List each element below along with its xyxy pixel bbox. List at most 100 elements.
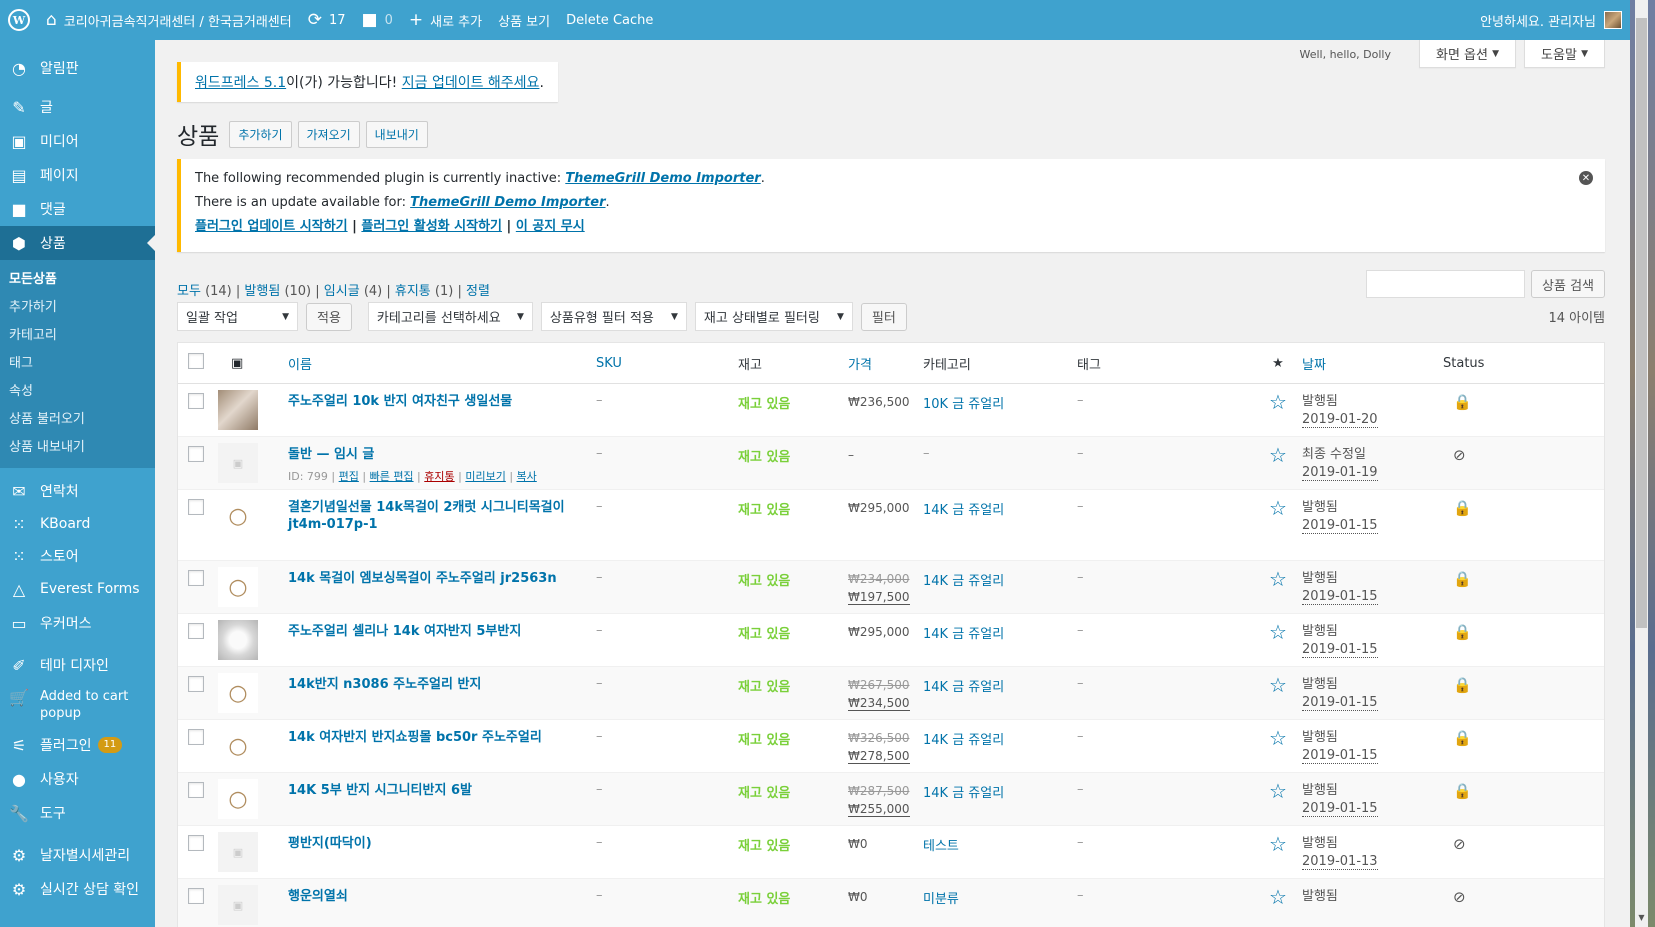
menu-tools[interactable]: 🔧 도구 <box>0 796 155 830</box>
menu-media[interactable]: ▣ 미디어 <box>0 124 155 158</box>
product-name-link[interactable]: 돌반 — 임시 글 <box>288 447 374 462</box>
new-content-menu[interactable]: + 새로 추가 <box>401 0 490 40</box>
submenu-export[interactable]: 상품 내보내기 <box>0 434 155 462</box>
product-thumbnail[interactable] <box>218 620 258 660</box>
window-scrollbar[interactable]: ▼ <box>1630 0 1655 927</box>
filter-published[interactable]: 발행됨 (10) <box>244 284 311 299</box>
scroll-down-icon[interactable]: ▼ <box>1635 913 1648 925</box>
update-now-link[interactable]: 지금 업데이트 해주세요 <box>402 75 540 91</box>
menu-contact[interactable]: ✉ 연락처 <box>0 474 155 508</box>
row-checkbox[interactable] <box>188 835 204 851</box>
category-link[interactable]: 테스트 <box>923 839 959 854</box>
select-all-checkbox[interactable] <box>188 353 204 369</box>
begin-activate-link[interactable]: 플러그인 활성화 시작하기 <box>361 219 502 234</box>
menu-products[interactable]: ⬢ 상품 <box>0 226 155 260</box>
begin-update-link[interactable]: 플러그인 업데이트 시작하기 <box>195 219 348 234</box>
menu-users[interactable]: ● 사용자 <box>0 762 155 796</box>
star-outline-icon[interactable]: ☆ <box>1269 390 1287 414</box>
submenu-attributes[interactable]: 속성 <box>0 378 155 406</box>
menu-comments[interactable]: ■ 댓글 <box>0 192 155 226</box>
duplicate-link[interactable]: 복사 <box>517 470 537 483</box>
export-button[interactable]: 내보내기 <box>365 120 428 148</box>
menu-store[interactable]: ⁙ 스토어 <box>0 540 155 572</box>
category-link[interactable]: 14K 금 쥬얼리 <box>923 503 1004 518</box>
themegrill-link[interactable]: ThemeGrill Demo Importer <box>565 171 760 186</box>
star-outline-icon[interactable]: ☆ <box>1269 779 1287 803</box>
sort-sku-link[interactable]: SKU <box>596 356 622 371</box>
updates-menu[interactable]: ⟳ 17 <box>300 0 354 40</box>
menu-woocommerce[interactable]: ▭ 우커머스 <box>0 606 155 640</box>
product-name-link[interactable]: 14K 5부 반지 시그니티반지 6발 <box>288 783 472 798</box>
row-checkbox[interactable] <box>188 393 204 409</box>
product-name-link[interactable]: 주노주얼리 10k 반지 여자친구 생일선물 <box>288 394 512 409</box>
category-link[interactable]: 14K 금 쥬얼리 <box>923 680 1004 695</box>
search-products-button[interactable]: 상품 검색 <box>1531 270 1605 298</box>
menu-everest-forms[interactable]: △ Everest Forms <box>0 572 155 606</box>
product-thumbnail[interactable] <box>218 390 258 430</box>
star-outline-icon[interactable]: ☆ <box>1269 673 1287 697</box>
star-outline-icon[interactable]: ☆ <box>1269 443 1287 467</box>
dismiss-notice-link[interactable]: 이 공지 무시 <box>516 219 585 234</box>
edit-link[interactable]: 편집 <box>339 470 359 483</box>
product-thumbnail[interactable]: ○ <box>218 673 258 713</box>
wp-logo-menu[interactable]: W <box>0 0 38 40</box>
product-type-select[interactable]: 상품유형 필터 적용 ▼ <box>540 302 687 331</box>
submenu-all-products[interactable]: 모든상품 <box>0 266 155 294</box>
menu-added-to-cart[interactable]: 🛒 Added to cart popup <box>0 682 155 728</box>
menu-daily-price[interactable]: ⚙ 날자별시세관리 <box>0 838 155 872</box>
sort-date-link[interactable]: 날짜 <box>1302 358 1326 373</box>
menu-pages[interactable]: ▤ 페이지 <box>0 158 155 192</box>
sort-price-link[interactable]: 가격 <box>848 358 872 373</box>
menu-posts[interactable]: ✎ 글 <box>0 90 155 124</box>
star-outline-icon[interactable]: ☆ <box>1269 726 1287 750</box>
menu-live-chat[interactable]: ⚙ 실시간 상담 확인 <box>0 872 155 906</box>
product-thumbnail[interactable]: ▣ <box>218 885 258 925</box>
product-thumbnail[interactable]: ○ <box>218 496 258 536</box>
view-products-link[interactable]: 상품 보기 <box>490 0 558 40</box>
menu-dashboard[interactable]: ◔ 알림판 <box>0 46 155 90</box>
filter-draft[interactable]: 임시글 (4) <box>324 284 382 299</box>
row-checkbox[interactable] <box>188 888 204 904</box>
category-link[interactable]: – <box>923 446 930 461</box>
help-button[interactable]: 도움말 ▼ <box>1524 40 1605 68</box>
category-link[interactable]: 14K 금 쥬얼리 <box>923 627 1004 642</box>
close-icon[interactable]: ✕ <box>1579 171 1593 185</box>
filter-sort[interactable]: 정렬 <box>466 284 490 299</box>
menu-plugins[interactable]: ⚟ 플러그인 11 <box>0 728 155 762</box>
star-outline-icon[interactable]: ☆ <box>1269 567 1287 591</box>
star-outline-icon[interactable]: ☆ <box>1269 885 1287 909</box>
themegrill-update-link[interactable]: ThemeGrill Demo Importer <box>410 195 605 210</box>
category-link[interactable]: 14K 금 쥬얼리 <box>923 733 1004 748</box>
product-name-link[interactable]: 결혼기념일선물 14k목걸이 2캐럿 시그니티목걸이 jt4m-017p-1 <box>288 500 565 532</box>
comments-menu[interactable]: ■ 0 <box>354 0 401 40</box>
submenu-tags[interactable]: 태그 <box>0 350 155 378</box>
filter-all[interactable]: 모두 (14) <box>177 284 232 299</box>
product-name-link[interactable]: 14k 여자반지 반지쇼핑몰 bc50r 주노주얼리 <box>288 730 542 745</box>
row-checkbox[interactable] <box>188 676 204 692</box>
product-thumbnail[interactable]: ○ <box>218 726 258 766</box>
submenu-categories[interactable]: 카테고리 <box>0 322 155 350</box>
preview-link[interactable]: 미리보기 <box>465 470 505 483</box>
menu-kboard[interactable]: ⁙ KBoard <box>0 508 155 540</box>
star-outline-icon[interactable]: ☆ <box>1269 496 1287 520</box>
product-name-link[interactable]: 14k반지 n3086 주노주얼리 반지 <box>288 677 481 692</box>
product-thumbnail[interactable]: ▣ <box>218 832 258 872</box>
product-thumbnail[interactable]: ○ <box>218 567 258 607</box>
menu-appearance[interactable]: ✐ 테마 디자인 <box>0 648 155 682</box>
row-checkbox[interactable] <box>188 729 204 745</box>
category-link[interactable]: 미분류 <box>923 892 959 907</box>
bulk-action-select[interactable]: 일괄 작업 ▼ <box>177 302 298 331</box>
row-checkbox[interactable] <box>188 782 204 798</box>
product-name-link[interactable]: 주노주얼리 셀리나 14k 여자반지 5부반지 <box>288 624 521 639</box>
row-checkbox[interactable] <box>188 499 204 515</box>
scrollbar-thumb[interactable] <box>1636 18 1647 628</box>
quick-edit-link[interactable]: 빠른 편집 <box>370 470 414 483</box>
row-checkbox[interactable] <box>188 623 204 639</box>
delete-cache-link[interactable]: Delete Cache <box>558 0 661 40</box>
star-outline-icon[interactable]: ☆ <box>1269 832 1287 856</box>
add-new-button[interactable]: 추가하기 <box>229 120 292 148</box>
product-name-link[interactable]: 행운의열쇠 <box>288 889 348 904</box>
site-name-menu[interactable]: ⌂ 코리아귀금속직거래센터 / 한국금거래센터 <box>38 0 300 40</box>
trash-link[interactable]: 휴지통 <box>424 470 454 483</box>
star-outline-icon[interactable]: ☆ <box>1269 620 1287 644</box>
